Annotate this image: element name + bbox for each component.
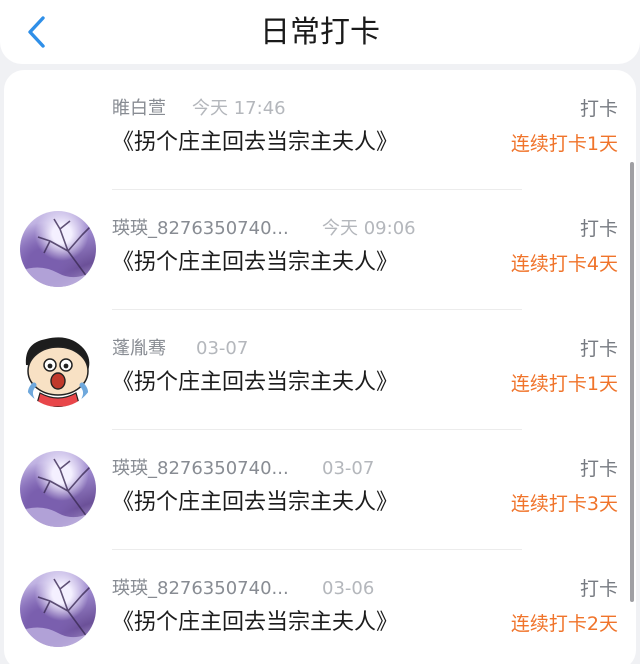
winter-tree-avatar-icon (20, 218, 96, 287)
book-title[interactable]: 《拐个庄主回去当宗主夫人》 (112, 128, 398, 158)
streak-label: 连续打卡2天 (510, 613, 618, 635)
scrollbar[interactable] (630, 162, 634, 602)
checkin-time: 今天 17:46 (192, 98, 286, 119)
book-title[interactable]: 《拐个庄主回去当宗主夫人》 (112, 488, 398, 518)
checkin-action-label: 打卡 (579, 98, 618, 120)
avatar[interactable] (20, 331, 96, 407)
avatar[interactable] (20, 571, 96, 647)
list-item[interactable]: 瑛瑛_8276350740... 今天 09:06 《拐个庄主回去当宗主夫人》 … (4, 190, 636, 310)
list-item[interactable]: 瑛瑛_8276350740... 03-06 《拐个庄主回去当宗主夫人》 打卡 … (4, 550, 636, 664)
book-title[interactable]: 《拐个庄主回去当宗主夫人》 (112, 608, 398, 638)
winter-tree-avatar-icon (20, 458, 96, 527)
checkin-list: 睢白萱 今天 17:46 《拐个庄主回去当宗主夫人》 打卡 连续打卡1天 瑛瑛_… (4, 70, 636, 664)
streak-label: 连续打卡1天 (510, 133, 618, 155)
user-name[interactable]: 瑛瑛_8276350740... (112, 457, 289, 481)
checkin-action-label: 打卡 (579, 458, 618, 480)
book-title[interactable]: 《拐个庄主回去当宗主夫人》 (112, 368, 398, 398)
checkin-time: 03-07 (196, 338, 249, 359)
streak-label: 连续打卡3天 (510, 493, 618, 515)
list-item[interactable]: 瑛瑛_8276350740... 03-07 《拐个庄主回去当宗主夫人》 打卡 … (4, 430, 636, 550)
streak-label: 连续打卡1天 (510, 373, 618, 395)
checkin-action-label: 打卡 (579, 578, 618, 600)
winter-tree-avatar-icon (20, 578, 96, 647)
checkin-time: 03-06 (322, 578, 375, 599)
checkin-action-label: 打卡 (579, 218, 618, 240)
user-name[interactable]: 瑛瑛_8276350740... (112, 577, 289, 601)
avatar[interactable] (20, 451, 96, 527)
page-title: 日常打卡 (260, 15, 380, 50)
top-bar: 日常打卡 (0, 0, 640, 64)
checkin-action-label: 打卡 (579, 338, 618, 360)
user-name[interactable]: 蓬胤骞 (112, 337, 166, 361)
cartoon-boy-avatar-icon (25, 337, 90, 407)
user-name[interactable]: 瑛瑛_8276350740... (112, 217, 289, 241)
book-title[interactable]: 《拐个庄主回去当宗主夫人》 (112, 248, 398, 278)
checkin-time: 今天 09:06 (322, 218, 416, 239)
streak-label: 连续打卡4天 (510, 253, 618, 275)
list-item[interactable]: 蓬胤骞 03-07 《拐个庄主回去当宗主夫人》 打卡 连续打卡1天 (4, 310, 636, 430)
list-item[interactable]: 睢白萱 今天 17:46 《拐个庄主回去当宗主夫人》 打卡 连续打卡1天 (4, 70, 636, 190)
avatar[interactable] (20, 211, 96, 287)
checkin-time: 03-07 (322, 458, 375, 479)
user-name[interactable]: 睢白萱 (112, 97, 166, 121)
